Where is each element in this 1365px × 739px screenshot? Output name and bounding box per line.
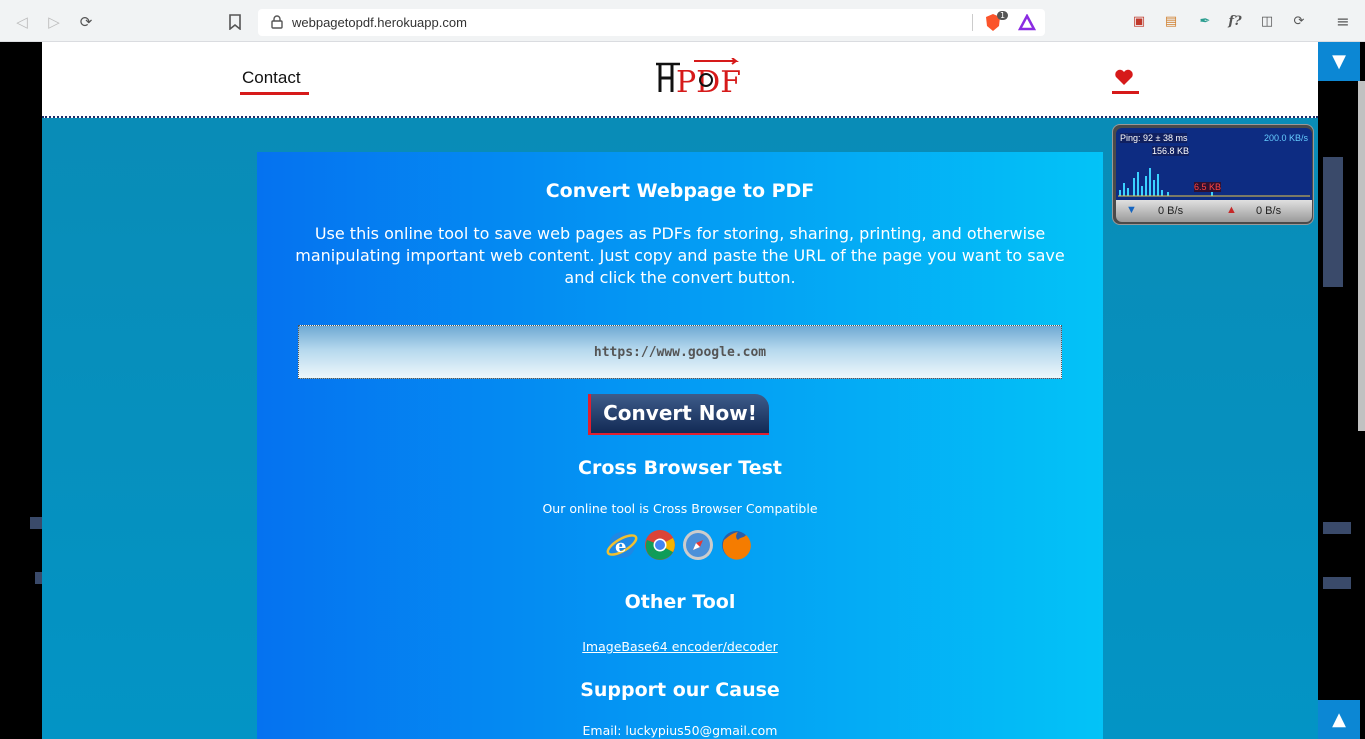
page-viewport: Contact PDF Convert Webpage to PDF Use t…: [0, 42, 1365, 739]
background-decoration: [1323, 577, 1351, 589]
safari-icon: [683, 530, 713, 560]
menu-icon[interactable]: ≡: [1334, 13, 1352, 31]
font-finder-icon[interactable]: f?: [1226, 13, 1244, 31]
divider: [972, 14, 973, 31]
bookmark-icon[interactable]: [228, 14, 242, 30]
download-arrow-icon: ▼: [1126, 204, 1137, 216]
current-label: 6.5 KB: [1194, 182, 1222, 192]
background-decoration: [1323, 522, 1351, 534]
history-icon[interactable]: ⟳: [1290, 13, 1308, 31]
site-header: Contact PDF: [42, 42, 1318, 118]
back-icon[interactable]: ◁: [11, 11, 33, 33]
forward-icon[interactable]: ▷: [43, 11, 65, 33]
download-rate: 0 B/s: [1158, 205, 1184, 217]
email-text: Email: luckypius50@gmail.com: [582, 723, 778, 738]
ping-widget[interactable]: Ping: 92 ± 38 ms 200.0 KB/s 156.8 KB 6.5…: [1112, 124, 1314, 225]
convert-now-button[interactable]: Convert Now!: [588, 394, 769, 435]
main-card: Convert Webpage to PDF Use this online t…: [257, 152, 1103, 739]
support-title: Support our Cause: [580, 679, 780, 701]
url-input-box[interactable]: [298, 325, 1062, 379]
upload-arrow-icon: ▲: [1226, 204, 1237, 216]
code-icon[interactable]: ◫: [1258, 13, 1276, 31]
background-decoration: [35, 572, 42, 584]
url-text: webpagetopdf.herokuapp.com: [292, 15, 467, 30]
svg-text:PDF: PDF: [676, 65, 741, 98]
contact-underline: [240, 92, 309, 95]
lock-icon[interactable]: [270, 15, 284, 29]
browser-icons: e: [605, 528, 755, 562]
extension-3-icon[interactable]: ✒: [1196, 13, 1214, 31]
page-title: Convert Webpage to PDF: [545, 180, 815, 202]
cross-browser-text: Our online tool is Cross Browser Compati…: [542, 501, 818, 516]
scroll-up-button[interactable]: ▲: [1318, 700, 1360, 739]
reload-icon[interactable]: ⟳: [75, 11, 97, 33]
internet-explorer-icon: e: [606, 532, 638, 558]
scroll-down-button[interactable]: ▼: [1318, 42, 1360, 81]
chrome-icon: [645, 530, 675, 560]
extension-1-icon[interactable]: ▣: [1130, 13, 1148, 31]
url-input[interactable]: [299, 326, 1061, 378]
upload-rate: 0 B/s: [1256, 205, 1282, 217]
other-tool-title: Other Tool: [624, 591, 736, 613]
scrollbar[interactable]: [1358, 81, 1365, 431]
contact-link[interactable]: Contact: [242, 68, 301, 88]
address-bar[interactable]: webpagetopdf.herokuapp.com 1: [258, 9, 1045, 36]
description: Use this online tool to save web pages a…: [295, 224, 1065, 287]
cross-browser-title: Cross Browser Test: [578, 457, 782, 479]
brave-badge: 1: [997, 11, 1009, 20]
heart-underline: [1112, 91, 1139, 94]
svg-text:e: e: [615, 536, 626, 557]
firefox-icon: [722, 531, 751, 560]
extension-2-icon[interactable]: ▤: [1162, 13, 1180, 31]
browser-toolbar: ◁ ▷ ⟳ webpagetopdf.herokuapp.com 1 ▣ ▤ ✒…: [0, 0, 1365, 42]
logo[interactable]: PDF: [654, 58, 746, 98]
heart-icon[interactable]: [1114, 68, 1134, 86]
imagebase64-link[interactable]: ImageBase64 encoder/decoder: [582, 639, 777, 654]
brave-rewards-icon[interactable]: [1018, 14, 1036, 31]
background-decoration: [30, 517, 42, 529]
ping-footer: ▼ 0 B/s ▲ 0 B/s: [1116, 200, 1312, 222]
network-graph: Ping: 92 ± 38 ms 200.0 KB/s 156.8 KB 6.5…: [1116, 128, 1312, 200]
background-decoration: [1323, 157, 1343, 287]
